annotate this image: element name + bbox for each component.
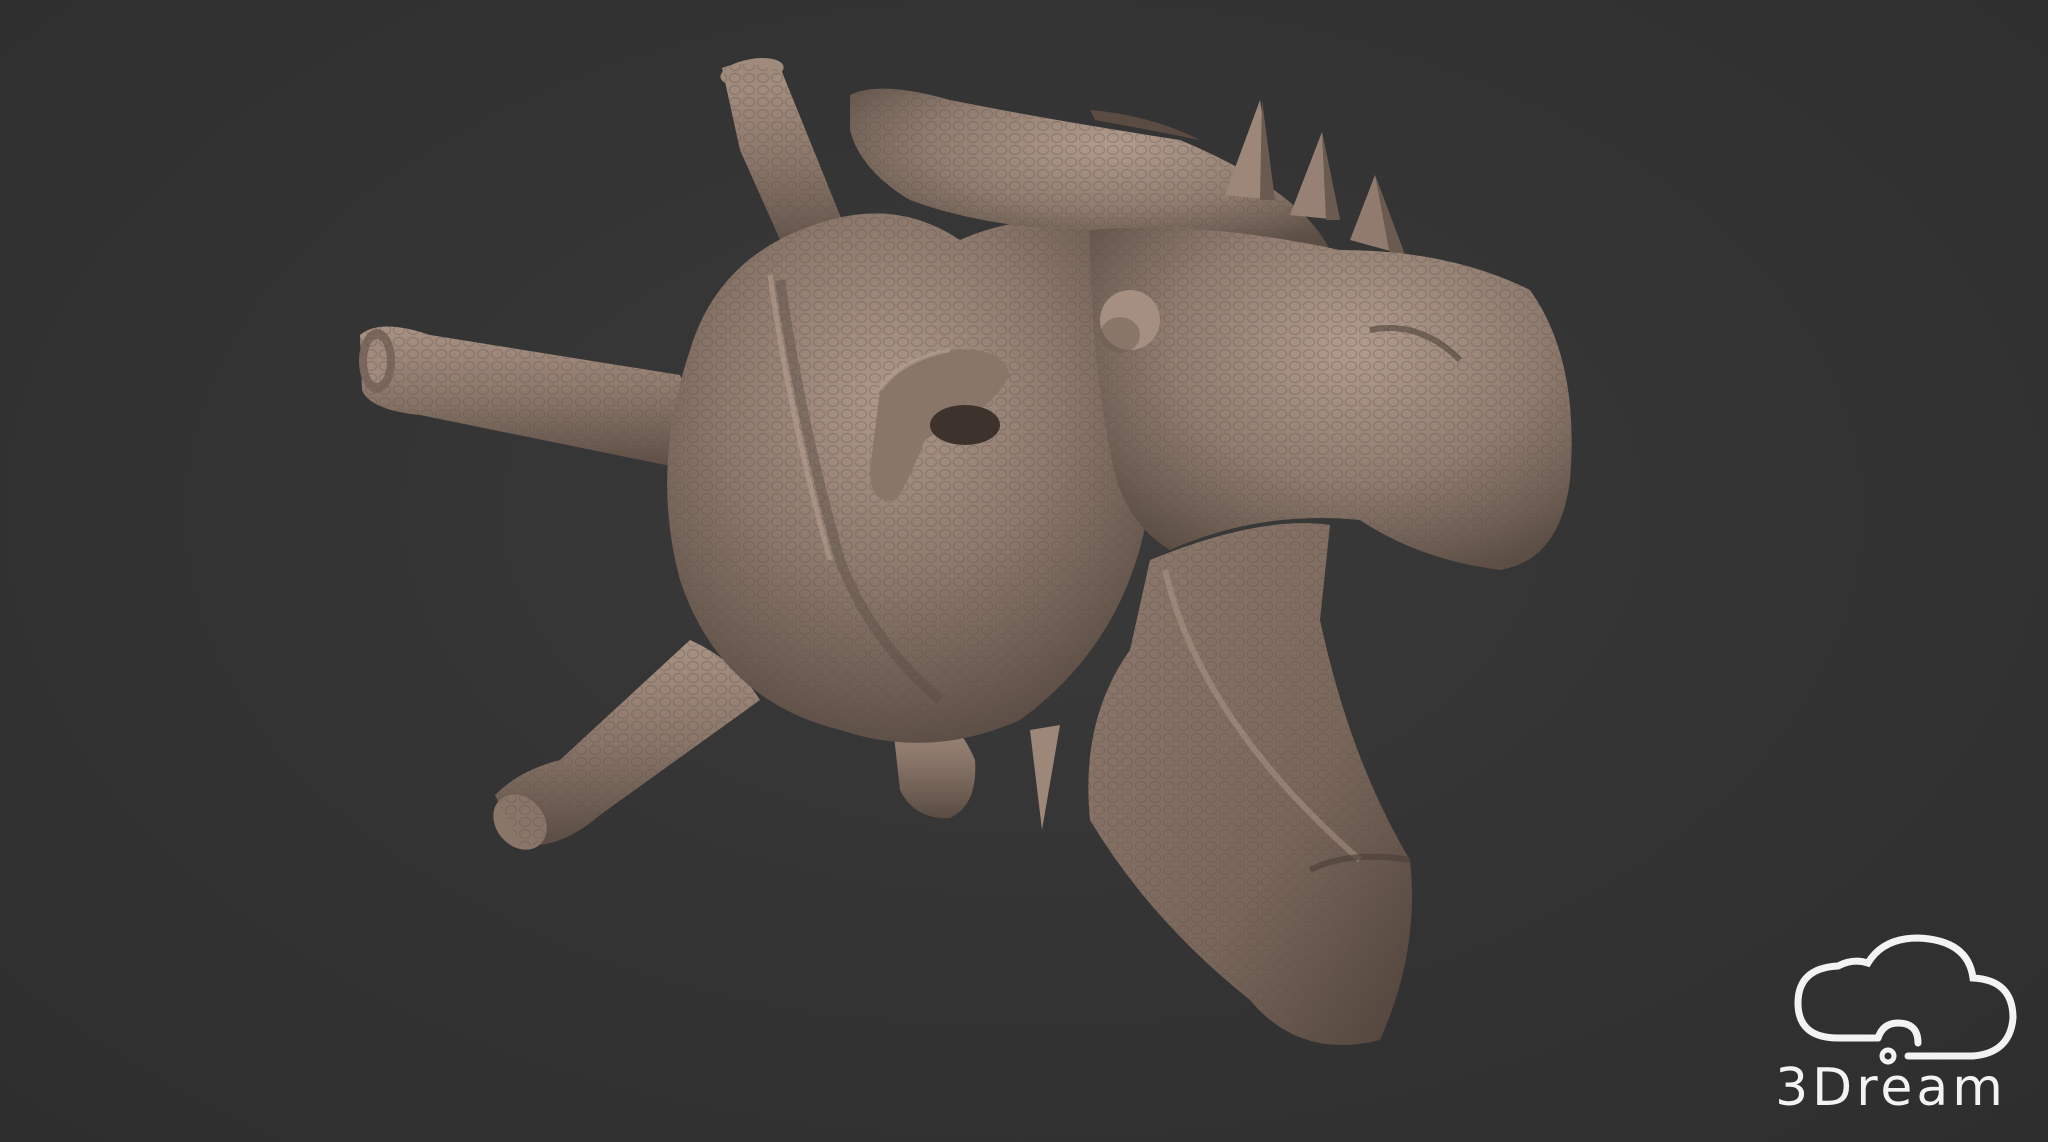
- lower-jaw-flap: [1088, 523, 1412, 1045]
- watermark-text: 3Dream: [1775, 1058, 2007, 1118]
- left-vessel: [359, 326, 694, 470]
- render-viewport: 3Dream: [0, 0, 2048, 1142]
- sculpted-heart-model: [359, 58, 1572, 1045]
- lower-left-vessel: [493, 640, 760, 850]
- right-head-mass: [1090, 227, 1572, 570]
- heart-body: [667, 213, 1165, 743]
